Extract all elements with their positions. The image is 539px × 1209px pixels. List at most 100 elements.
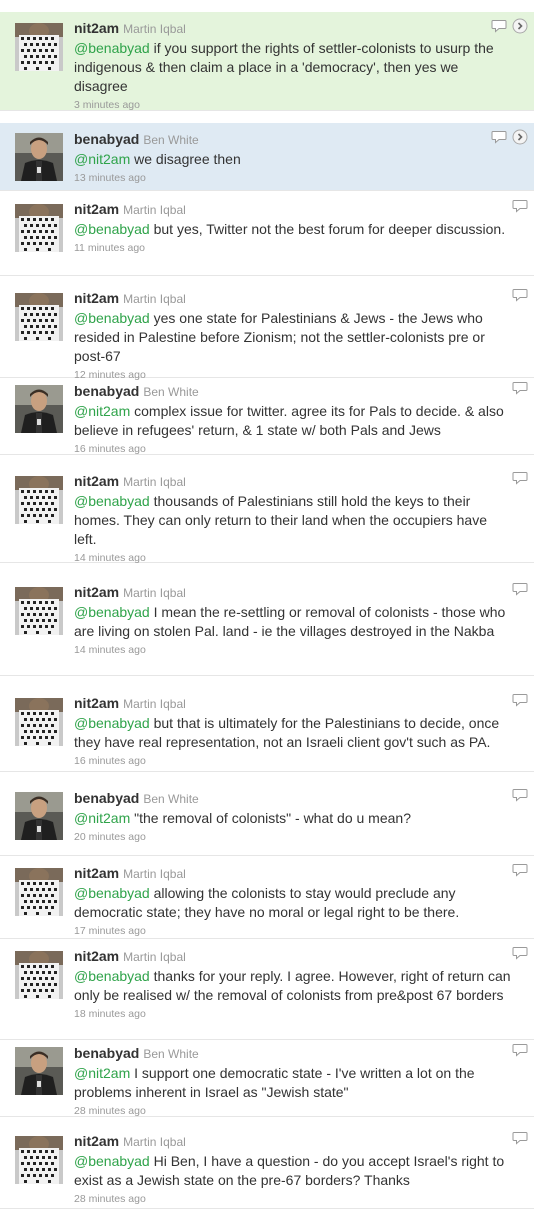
- tweet-header: nit2am Martin Iqbal: [74, 1132, 512, 1151]
- timestamp-link[interactable]: 11 minutes ago: [74, 241, 512, 255]
- timestamp-link[interactable]: 14 minutes ago: [74, 643, 512, 657]
- mention-link[interactable]: @benabyad: [74, 221, 150, 237]
- tweet-body: but yes, Twitter not the best forum for …: [149, 221, 506, 237]
- tweet-text: @benabyad thanks for your reply. I agree…: [74, 967, 512, 1005]
- timestamp-link[interactable]: 16 minutes ago: [74, 442, 512, 456]
- full-name: Ben White: [143, 1047, 199, 1061]
- tweet-actions: [512, 582, 528, 596]
- username-link[interactable]: nit2am: [74, 584, 119, 600]
- tweet-header: benabyad Ben White: [74, 789, 512, 808]
- full-name: Martin Iqbal: [123, 697, 186, 711]
- username-link[interactable]: nit2am: [74, 865, 119, 881]
- username-link[interactable]: nit2am: [74, 201, 119, 217]
- avatar[interactable]: [15, 23, 63, 71]
- timestamp-link[interactable]: 18 minutes ago: [74, 1007, 512, 1021]
- username-link[interactable]: benabyad: [74, 1045, 139, 1061]
- tweet-actions: [491, 18, 528, 34]
- username-link[interactable]: benabyad: [74, 383, 139, 399]
- username-link[interactable]: benabyad: [74, 131, 139, 147]
- username-link[interactable]: nit2am: [74, 695, 119, 711]
- avatar[interactable]: [15, 951, 63, 999]
- mention-link[interactable]: @nit2am: [74, 1065, 130, 1081]
- full-name: Martin Iqbal: [123, 586, 186, 600]
- username-link[interactable]: nit2am: [74, 473, 119, 489]
- mention-link[interactable]: @benabyad: [74, 40, 150, 56]
- tweet-actions: [512, 1131, 528, 1145]
- tweet-body: we disagree then: [130, 151, 241, 167]
- mention-link[interactable]: @benabyad: [74, 968, 150, 984]
- tweet-text: @nit2am I support one democratic state -…: [74, 1064, 512, 1102]
- avatar[interactable]: [15, 293, 63, 341]
- tweet-header: benabyad Ben White: [74, 382, 512, 401]
- avatar[interactable]: [15, 476, 63, 524]
- tweet-text: @benabyad thousands of Palestinians stil…: [74, 492, 512, 549]
- reply-icon[interactable]: [512, 471, 528, 485]
- mention-link[interactable]: @benabyad: [74, 885, 150, 901]
- reply-icon[interactable]: [512, 946, 528, 960]
- tweet-header: nit2am Martin Iqbal: [74, 289, 512, 308]
- username-link[interactable]: benabyad: [74, 790, 139, 806]
- timestamp-link[interactable]: 28 minutes ago: [74, 1192, 512, 1206]
- tweet-item: nit2am Martin Iqbal @benabyad if you supp…: [0, 12, 534, 111]
- mention-link[interactable]: @benabyad: [74, 715, 150, 731]
- timestamp-link[interactable]: 17 minutes ago: [74, 924, 512, 938]
- tweet-text: @benabyad but that is ultimately for the…: [74, 714, 512, 752]
- avatar[interactable]: [15, 1047, 63, 1095]
- avatar[interactable]: [15, 792, 63, 840]
- chevron-right-icon[interactable]: [512, 18, 528, 34]
- timestamp-link[interactable]: 3 minutes ago: [74, 98, 512, 112]
- full-name: Martin Iqbal: [123, 867, 186, 881]
- chevron-right-icon[interactable]: [512, 129, 528, 145]
- reply-icon[interactable]: [512, 381, 528, 395]
- reply-icon[interactable]: [512, 288, 528, 302]
- avatar[interactable]: [15, 1136, 63, 1184]
- full-name: Martin Iqbal: [123, 292, 186, 306]
- avatar[interactable]: [15, 133, 63, 181]
- timestamp-link[interactable]: 13 minutes ago: [74, 171, 512, 185]
- avatar[interactable]: [15, 698, 63, 746]
- avatar[interactable]: [15, 587, 63, 635]
- mention-link[interactable]: @benabyad: [74, 1153, 150, 1169]
- avatar[interactable]: [15, 868, 63, 916]
- reply-icon[interactable]: [491, 19, 507, 33]
- tweet-header: nit2am Martin Iqbal: [74, 864, 512, 883]
- tweet-body: "the removal of colonists" - what do u m…: [130, 810, 411, 826]
- reply-icon[interactable]: [512, 1131, 528, 1145]
- tweet-item: benabyad Ben White @nit2am I support one …: [0, 1037, 534, 1117]
- timestamp-link[interactable]: 28 minutes ago: [74, 1104, 512, 1118]
- avatar[interactable]: [15, 204, 63, 252]
- reply-icon[interactable]: [512, 788, 528, 802]
- reply-icon[interactable]: [512, 199, 528, 213]
- mention-link[interactable]: @nit2am: [74, 810, 130, 826]
- timestamp-link[interactable]: 20 minutes ago: [74, 830, 512, 844]
- username-link[interactable]: nit2am: [74, 1133, 119, 1149]
- reply-icon[interactable]: [512, 582, 528, 596]
- full-name: Ben White: [143, 792, 199, 806]
- mention-link[interactable]: @nit2am: [74, 151, 130, 167]
- full-name: Martin Iqbal: [123, 1135, 186, 1149]
- reply-icon[interactable]: [491, 130, 507, 144]
- tweet-text: @nit2am complex issue for twitter. agree…: [74, 402, 512, 440]
- reply-icon[interactable]: [512, 863, 528, 877]
- timestamp-link[interactable]: 16 minutes ago: [74, 754, 512, 768]
- tweet-item: nit2am Martin Iqbal @benabyad allowing th…: [0, 857, 534, 939]
- mention-link[interactable]: @nit2am: [74, 403, 130, 419]
- mention-link[interactable]: @benabyad: [74, 310, 150, 326]
- reply-icon[interactable]: [512, 693, 528, 707]
- full-name: Martin Iqbal: [123, 950, 186, 964]
- timestamp-link[interactable]: 14 minutes ago: [74, 551, 512, 565]
- tweet-actions: [512, 863, 528, 877]
- username-link[interactable]: nit2am: [74, 20, 119, 36]
- mention-link[interactable]: @benabyad: [74, 604, 150, 620]
- reply-icon[interactable]: [512, 1043, 528, 1057]
- tweet-item: benabyad Ben White @nit2am complex issue …: [0, 375, 534, 455]
- username-link[interactable]: nit2am: [74, 290, 119, 306]
- tweet-item: benabyad Ben White @nit2am we disagree th…: [0, 123, 534, 191]
- tweet-actions: [512, 199, 528, 213]
- username-link[interactable]: nit2am: [74, 948, 119, 964]
- tweet-text: @benabyad allowing the colonists to stay…: [74, 884, 512, 922]
- mention-link[interactable]: @benabyad: [74, 493, 150, 509]
- avatar[interactable]: [15, 385, 63, 433]
- tweet-actions: [512, 288, 528, 302]
- tweet-item: nit2am Martin Iqbal @benabyad I mean the …: [0, 576, 534, 676]
